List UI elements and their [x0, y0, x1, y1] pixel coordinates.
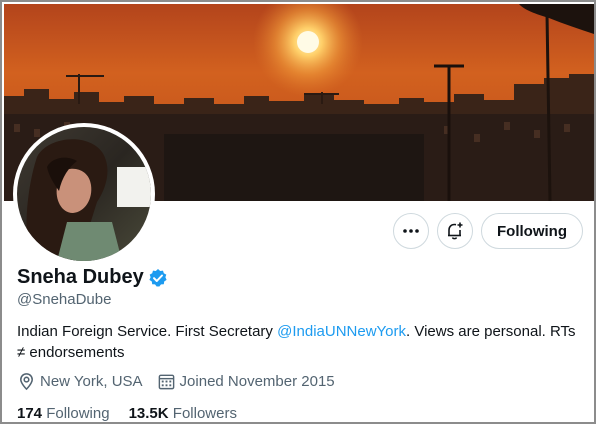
profile-page: Following Sneha Dubey @SnehaDube Indian … [0, 0, 596, 424]
bell-plus-icon [448, 222, 463, 240]
follow-stats: 174 Following 13.5K Followers [17, 405, 256, 422]
followers-count: 13.5K [128, 405, 169, 422]
profile-name-row: Sneha Dubey [17, 266, 168, 289]
profile-meta: New York, USA Joined November 2015 [17, 372, 349, 391]
following-label: Following [46, 405, 110, 422]
location-text: New York, USA [40, 373, 143, 390]
joined-item: Joined November 2015 [157, 372, 335, 391]
more-horizontal-icon [403, 229, 419, 233]
verified-badge-icon[interactable] [148, 268, 168, 288]
profile-bio: Indian Foreign Service. First Secretary … [17, 321, 582, 363]
bio-text: Indian Foreign Service. First Secretary [17, 323, 278, 340]
user-handle: @SnehaDube [17, 291, 112, 308]
following-count: 174 [17, 405, 43, 422]
bio-mention-link[interactable]: @IndiaUNNewYork [277, 323, 406, 340]
location-pin-icon [20, 373, 33, 391]
profile-avatar[interactable] [13, 123, 155, 265]
location-item: New York, USA [17, 372, 143, 391]
more-options-button[interactable] [393, 213, 429, 249]
following-count-link[interactable]: 174 Following [17, 405, 110, 422]
followers-count-link[interactable]: 13.5K Followers [129, 405, 237, 422]
notifications-button[interactable] [437, 213, 473, 249]
joined-date-text: Joined November 2015 [179, 373, 335, 390]
calendar-icon [158, 374, 174, 390]
display-name: Sneha Dubey [17, 266, 144, 288]
following-button[interactable]: Following [481, 213, 583, 249]
followers-label: Followers [172, 405, 237, 422]
